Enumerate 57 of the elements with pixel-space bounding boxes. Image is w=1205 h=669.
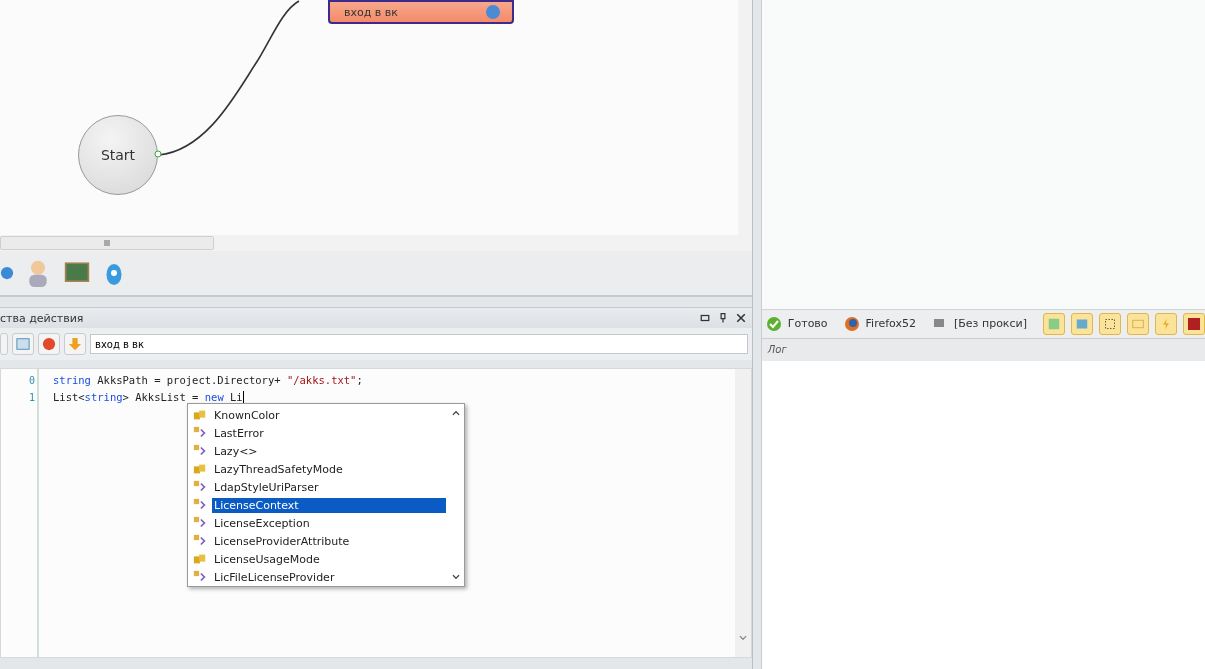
browser-icon xyxy=(843,315,860,332)
browser-text: Firefox52 xyxy=(865,317,916,330)
close-icon xyxy=(735,313,746,323)
status-text: Готово xyxy=(787,317,828,330)
lightning-button[interactable] xyxy=(1155,312,1177,335)
panel-title: ства действия xyxy=(0,311,84,325)
frame-button[interactable] xyxy=(1099,312,1121,335)
window-icon xyxy=(16,337,30,351)
completion-item[interactable]: LdapStyleUriParser xyxy=(192,478,448,496)
frame-icon xyxy=(1104,317,1116,330)
proxy-text: [Без прокси] xyxy=(954,317,1027,330)
stop-icon xyxy=(42,337,56,351)
action-node[interactable]: вход в вк xyxy=(328,0,514,24)
class-icon xyxy=(192,444,208,458)
image-icon xyxy=(1048,317,1060,330)
start-node[interactable]: Start xyxy=(78,115,158,195)
completion-item[interactable]: LicFileLicenseProvider xyxy=(192,568,448,586)
code-line: string AkksPath = project.Directory+ "/akks.txt"; xyxy=(53,373,364,388)
completion-item[interactable]: LicenseException xyxy=(192,514,448,532)
class-icon xyxy=(192,426,208,440)
chevron-up-icon xyxy=(451,408,461,418)
down-arrow-icon xyxy=(68,337,82,351)
scrollbar-thumb[interactable] xyxy=(0,236,214,250)
grip-icon xyxy=(103,239,111,247)
window-button[interactable] xyxy=(12,333,34,355)
pin-icon xyxy=(717,313,728,323)
port-icon xyxy=(154,150,162,158)
log-title: Лог xyxy=(767,344,787,355)
completion-item[interactable]: Lazy<> xyxy=(192,442,448,460)
class-icon xyxy=(192,516,208,530)
maximize-icon xyxy=(699,313,710,323)
chevron-down-icon xyxy=(451,572,461,582)
completion-item[interactable]: LastError xyxy=(192,424,448,442)
chevron-down-icon xyxy=(737,633,748,643)
enum-icon xyxy=(192,408,208,422)
class-icon xyxy=(192,570,208,584)
window-icon xyxy=(1076,317,1088,330)
completion-item[interactable]: LazyThreadSafetyMode xyxy=(192,460,448,478)
line-number: 1 xyxy=(28,391,35,405)
lightning-icon xyxy=(1160,317,1172,330)
class-icon xyxy=(192,480,208,494)
line-number: 0 xyxy=(28,374,35,388)
enum-icon xyxy=(192,552,208,566)
completion-item[interactable]: LicenseProviderAttribute xyxy=(192,532,448,550)
flash-button[interactable] xyxy=(1183,312,1205,335)
window-button[interactable] xyxy=(1071,312,1093,335)
stop-button[interactable] xyxy=(38,333,60,355)
completion-item[interactable]: KnownColor xyxy=(192,406,448,424)
class-icon xyxy=(192,498,208,512)
class-icon xyxy=(192,534,208,548)
down-arrow-button[interactable] xyxy=(64,333,86,355)
image-button[interactable] xyxy=(1043,312,1065,335)
action-name-field[interactable]: вход в вк xyxy=(90,334,748,354)
check-icon xyxy=(765,315,782,332)
completion-item[interactable]: LicenseUsageMode xyxy=(192,550,448,568)
css-button[interactable] xyxy=(1127,312,1149,335)
enum-icon xyxy=(192,462,208,476)
